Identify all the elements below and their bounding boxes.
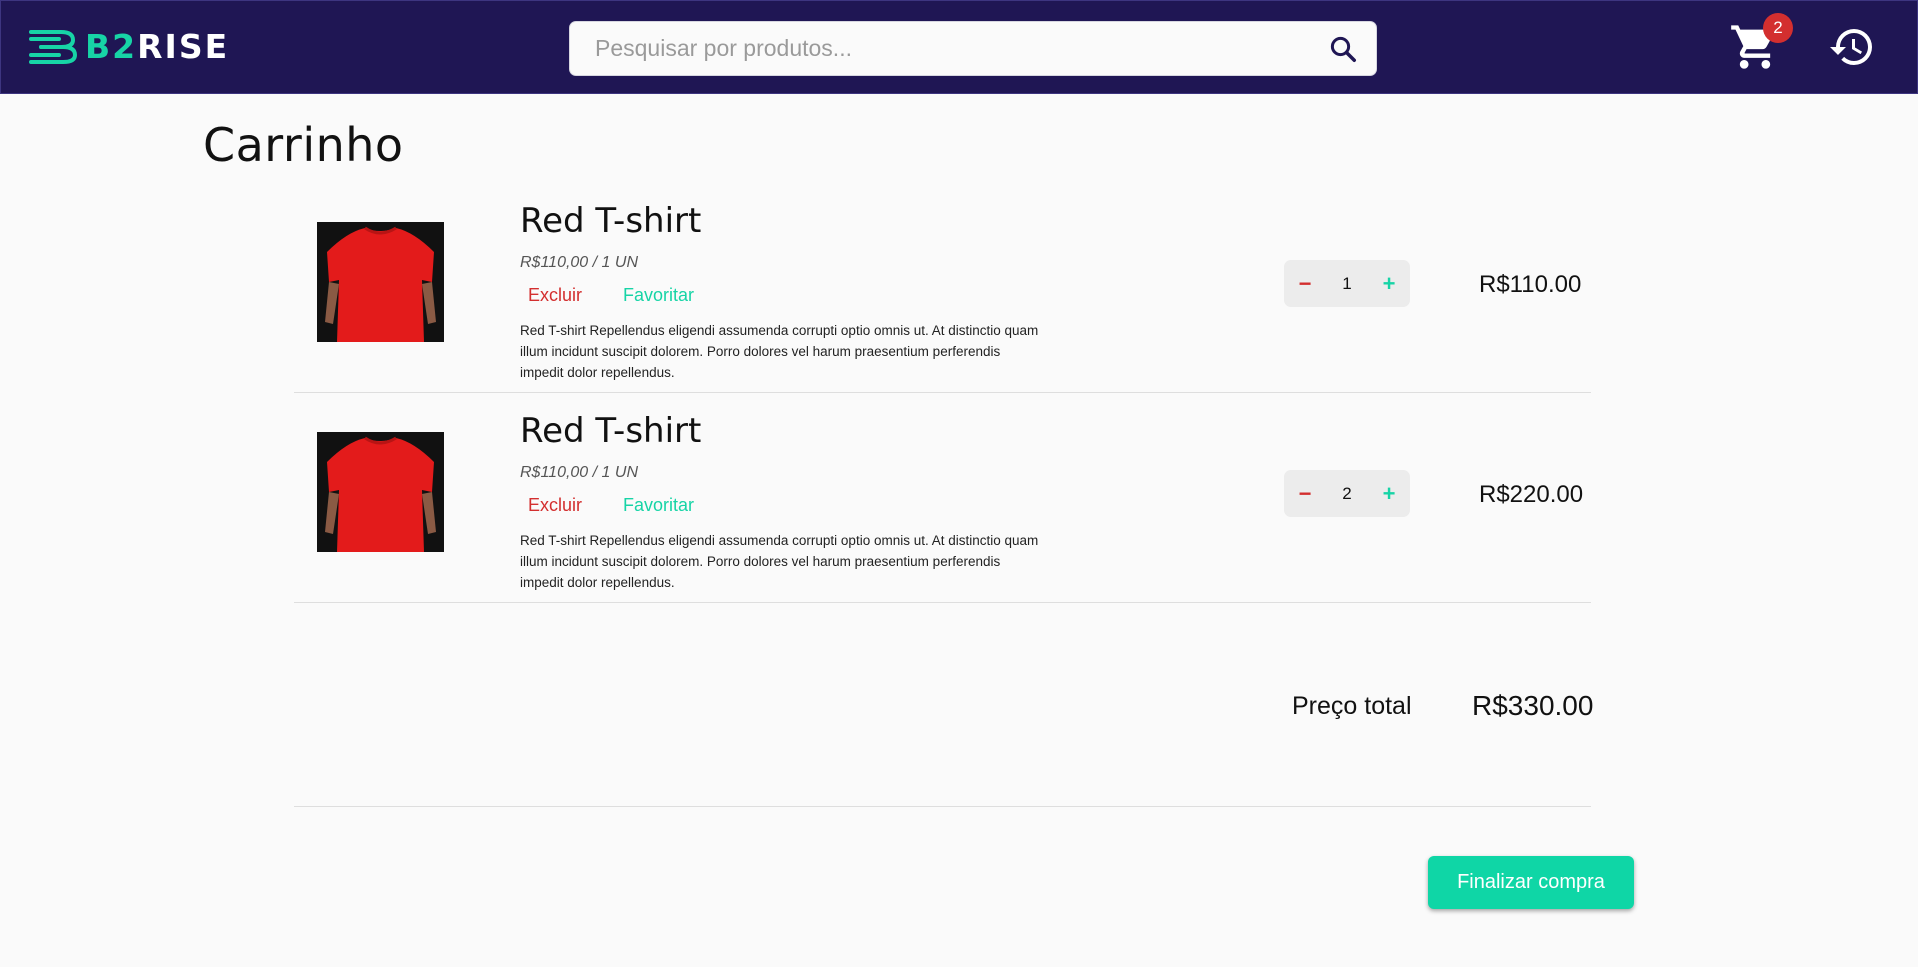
decrease-quantity-button[interactable]: − (1284, 470, 1326, 517)
total-label: Preço total (1292, 692, 1412, 720)
checkout-button[interactable]: Finalizar compra (1428, 856, 1634, 909)
line-total: R$110.00 (1479, 271, 1582, 298)
total-value: R$330.00 (1472, 690, 1594, 721)
line-total: R$220.00 (1479, 481, 1584, 508)
history-icon[interactable] (1826, 23, 1878, 71)
product-description: Red T-shirt Repellendus eligendi assumen… (520, 533, 1039, 590)
quantity-value: 2 (1342, 484, 1352, 503)
increase-quantity-button[interactable]: + (1368, 470, 1410, 517)
search-icon[interactable] (1328, 34, 1358, 64)
top-bar: B2RISE 2 (0, 0, 1918, 94)
quantity-value: 1 (1342, 274, 1352, 293)
cart-count-badge: 2 (1763, 13, 1793, 43)
cart-item: Red T-shirt R$110,00 / 1 UN Excluir Favo… (294, 183, 1591, 393)
logo-mark-icon (29, 30, 77, 64)
product-name[interactable]: Red T-shirt (520, 411, 701, 451)
brand-logo[interactable]: B2RISE (27, 28, 229, 66)
decrease-quantity-button[interactable]: − (1284, 260, 1326, 307)
page-title: Carrinho (203, 118, 404, 172)
remove-button[interactable]: Excluir (528, 495, 582, 516)
search-bar (569, 21, 1377, 76)
favorite-button[interactable]: Favoritar (623, 495, 694, 516)
favorite-button[interactable]: Favoritar (623, 285, 694, 306)
quantity-stepper: − 1 + (1284, 260, 1410, 307)
search-input[interactable] (570, 22, 1310, 75)
product-name[interactable]: Red T-shirt (520, 201, 701, 241)
logo-text: B2RISE (85, 27, 230, 66)
product-image[interactable] (317, 432, 444, 552)
remove-button[interactable]: Excluir (528, 285, 582, 306)
unit-price: R$110,00 / 1 UN (520, 464, 638, 481)
increase-quantity-button[interactable]: + (1368, 260, 1410, 307)
cart-item: Red T-shirt R$110,00 / 1 UN Excluir Favo… (294, 393, 1591, 603)
product-image[interactable] (317, 222, 444, 342)
summary-divider (294, 806, 1591, 807)
product-description: Red T-shirt Repellendus eligendi assumen… (520, 323, 1039, 380)
unit-price: R$110,00 / 1 UN (520, 254, 638, 271)
quantity-stepper: − 2 + (1284, 470, 1410, 517)
